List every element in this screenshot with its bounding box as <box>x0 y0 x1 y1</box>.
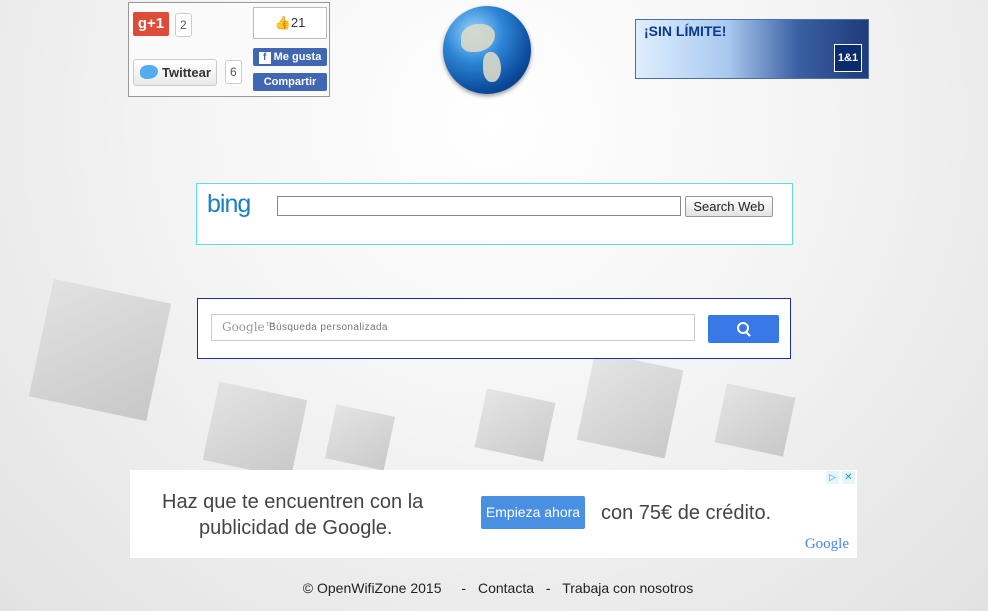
bg-cube <box>202 381 308 479</box>
google-ad[interactable]: ▷ ✕ Haz que te encuentren con la publici… <box>130 470 857 558</box>
google-search-box: Google™ Búsqueda personalizada <box>197 298 791 359</box>
bing-search-input[interactable] <box>277 196 681 216</box>
google-search-button[interactable] <box>708 315 779 343</box>
globe-landmass <box>483 52 501 82</box>
fb-like-button[interactable]: f Me gusta <box>253 48 327 66</box>
tweet-button[interactable]: Twittear <box>133 59 217 86</box>
fb-like-count: 👍21 <box>253 7 327 39</box>
ad-headline-line2: publicidad de Google. <box>199 517 393 539</box>
close-icon[interactable]: ✕ <box>842 471 855 484</box>
bg-cube <box>474 388 556 462</box>
bg-cube <box>28 278 172 422</box>
fb-share-button[interactable]: Compartir <box>253 73 327 91</box>
globe-logo[interactable] <box>443 6 531 94</box>
ad-credit-text: con 75€ de crédito. <box>601 502 772 524</box>
bing-search-button[interactable]: Search Web <box>685 196 773 217</box>
footer: © OpenWifiZone 2015 - Contacta - Trabaja… <box>0 580 988 596</box>
adchoices-icon[interactable]: ▷ <box>826 471 839 484</box>
bg-cube <box>324 404 396 471</box>
bg-cube <box>714 383 796 457</box>
ad-headline-line1: Haz que te encuentren con la <box>162 491 424 513</box>
contact-link[interactable]: Contacta <box>478 580 534 596</box>
banner-text: ¡SIN LÍMITE! <box>644 23 727 39</box>
social-share-box: g+1 2 Twittear 6 👍21 f Me gusta Compartir <box>128 2 330 97</box>
gplus-button[interactable]: g+1 <box>133 12 169 36</box>
tweet-count: 6 <box>225 60 242 84</box>
fb-count-value: 21 <box>290 15 306 30</box>
thumbs-up-icon: 👍 <box>274 15 291 30</box>
jobs-link[interactable]: Trabaja con nosotros <box>562 580 693 596</box>
facebook-icon: f <box>258 52 271 64</box>
bg-cube <box>576 351 684 459</box>
bing-search-box: bing Search Web <box>196 183 793 245</box>
search-icon-handle <box>745 331 751 337</box>
ad-cta-button[interactable]: Empieza ahora <box>481 496 585 529</box>
footer-separator: - <box>461 580 467 596</box>
footer-separator: - <box>545 580 551 596</box>
bing-logo: bing <box>207 190 251 218</box>
search-placeholder: Búsqueda personalizada <box>269 322 388 333</box>
google-logo: Google <box>804 536 849 552</box>
tweet-label: Twittear <box>162 65 211 80</box>
banner-ad[interactable]: ¡SIN LÍMITE! 1&1 <box>635 19 869 79</box>
globe-landmass <box>461 24 495 52</box>
gplus-count: 2 <box>175 13 192 37</box>
copyright-text: © OpenWifiZone 2015 <box>302 580 442 596</box>
google-search-input[interactable]: Google™ Búsqueda personalizada <box>211 314 695 341</box>
fb-like-label: Me gusta <box>273 51 322 63</box>
twitter-bird-icon <box>140 65 158 79</box>
banner-brand-logo: 1&1 <box>834 44 862 72</box>
